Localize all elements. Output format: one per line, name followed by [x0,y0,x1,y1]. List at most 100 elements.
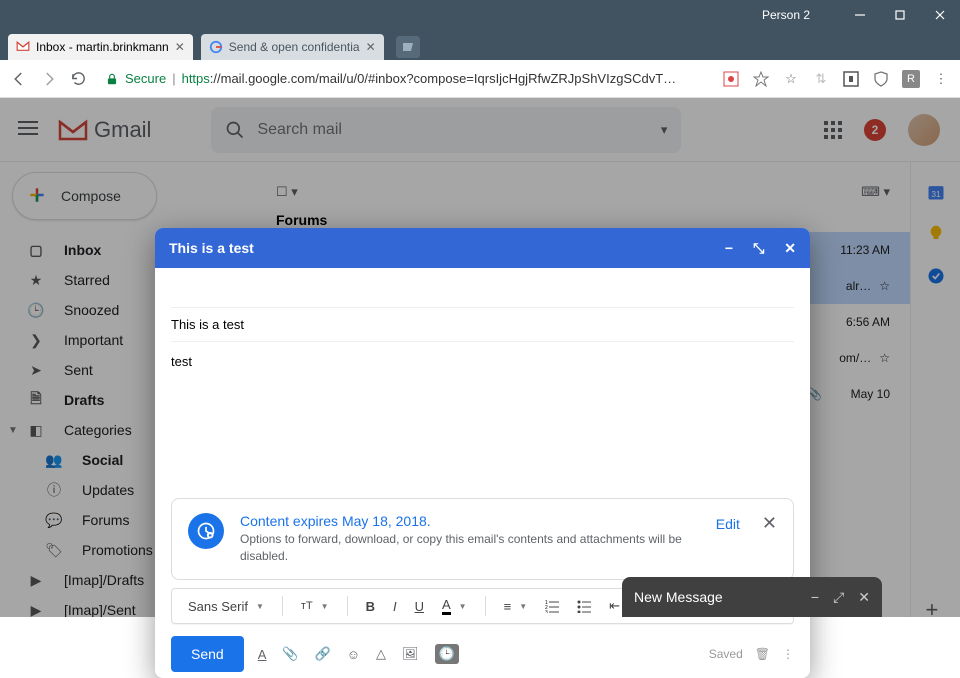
search-box[interactable]: ▾ [211,107,681,153]
reload-button[interactable] [70,70,87,87]
close-icon[interactable]: ✕ [366,40,376,54]
mini-compose-title: New Message [634,589,723,605]
recipients-field[interactable] [171,278,794,308]
drive-icon[interactable]: △ [376,646,386,662]
category-icon: ◧ [26,422,46,439]
mail-toolbar: ☐ ▾ ⌨ ▾ [256,172,910,212]
expand-icon[interactable]: ⤢ [833,589,844,606]
lock-icon [105,72,119,86]
gmail-app: Gmail ▾ 2 Compose ▢Inbox ★Starred 🕒Snooz… [0,98,960,617]
shield-icon[interactable] [872,70,890,88]
tab-inbox[interactable]: Inbox - martin.brinkmann ✕ [8,34,193,60]
emoji-icon[interactable]: ☺ [347,647,360,662]
compose-button[interactable]: Compose [12,172,157,220]
minimize-icon[interactable]: − [811,589,819,606]
gmail-logo[interactable]: Gmail [58,117,151,143]
close-icon[interactable]: ✕ [858,589,870,606]
compose-titlebar[interactable]: This is a test − ⤡ ✕ [155,228,810,268]
confidential-mode-box: Content expires May 18, 2018. Options to… [171,498,794,580]
subject-field[interactable]: This is a test [171,308,794,342]
italic-button[interactable]: I [387,595,403,618]
extension-icon-4[interactable] [842,70,860,88]
svg-text:3: 3 [545,610,548,613]
close-icon[interactable]: ✕ [762,513,777,534]
shrink-icon[interactable]: ⤡ [753,240,764,257]
font-size-selector[interactable]: тT ▼ [295,596,335,616]
add-addon-button[interactable]: + [926,597,946,617]
compose-action-bar: Send A 📎 🔗 ☺ △ 🖼 🕒 Saved 🗑 ⋮ [155,630,810,678]
tab-title: Inbox - martin.brinkmann [36,40,169,54]
calendar-icon[interactable]: 31 [926,182,946,202]
url-protocol: https [182,71,210,86]
account-avatar[interactable] [908,114,940,146]
confidential-icon [188,513,224,549]
tag-icon: 🏷 [44,542,64,559]
window-titlebar: Person 2 [0,0,960,30]
search-input[interactable] [257,121,660,139]
bullet-list-button[interactable] [571,595,597,617]
star-icon[interactable]: ☆ [879,351,890,365]
message-body[interactable]: test [171,342,794,498]
confidential-edit-button[interactable]: Edit [716,516,740,532]
star-icon[interactable]: ☆ [782,70,800,88]
link-icon[interactable]: 🔗 [315,646,331,662]
text-color-button[interactable]: A ▼ [436,593,473,619]
notifications-badge[interactable]: 2 [864,119,886,141]
info-icon: ⓘ [44,480,64,500]
url-rest: ://mail.google.com/mail/u/0/#inbox?compo… [210,71,676,86]
minimize-icon[interactable]: − [725,240,733,257]
inbox-icon: ▢ [26,242,46,259]
chevron-down-icon: ▼ [8,425,16,436]
window-minimize-button[interactable] [840,0,880,30]
extension-icon-3[interactable]: ⇅ [812,70,830,88]
close-icon[interactable]: ✕ [175,40,185,54]
star-icon: ★ [26,272,46,289]
back-button[interactable] [10,70,28,88]
google-favicon [209,40,223,54]
tab-confidential-help[interactable]: Send & open confidentia ✕ [201,34,384,60]
forward-button[interactable] [40,70,58,88]
gmail-brand-text: Gmail [94,117,151,143]
more-options-button[interactable]: ⋮ [782,647,794,661]
window-close-button[interactable] [920,0,960,30]
extension-icon-2[interactable] [752,70,770,88]
tasks-icon[interactable] [926,266,946,286]
attach-icon[interactable]: 📎 [282,646,298,662]
send-button[interactable]: Send [171,636,244,672]
browser-menu-button[interactable]: ⋮ [932,70,950,88]
important-icon: ❯ [26,332,46,349]
keep-icon[interactable] [926,224,946,244]
select-checkbox[interactable]: ☐ ▾ [276,184,298,200]
profile-label: Person 2 [762,8,810,22]
compose-label: Compose [61,188,121,204]
new-tab-button[interactable] [396,36,420,58]
extension-letter-r[interactable]: R [902,70,920,88]
side-panel: 31 + [910,162,960,617]
photo-icon[interactable]: 🖼 [402,646,419,662]
main-menu-button[interactable] [18,120,38,139]
numbered-list-button[interactable]: 123 [539,595,565,617]
close-icon[interactable]: ✕ [784,240,796,257]
secure-label: Secure [125,71,166,86]
format-toggle-button[interactable]: A [258,647,267,662]
font-family-selector[interactable]: Sans Serif▼ [182,595,270,618]
google-apps-button[interactable] [824,121,842,139]
bold-button[interactable]: B [360,595,381,618]
url-box[interactable]: Secure | https ://mail.google.com/mail/u… [99,65,710,93]
chevron-down-icon[interactable]: ▾ [661,122,668,138]
window-maximize-button[interactable] [880,0,920,30]
category-forums-tab[interactable]: Forums [256,212,910,228]
input-tools-button[interactable]: ⌨ ▾ [861,184,890,200]
discard-icon[interactable]: 🗑 [755,647,770,661]
extension-icons: ☆ ⇅ R ⋮ [722,70,950,88]
underline-button[interactable]: U [409,595,430,618]
align-button[interactable]: ≡ ▼ [498,595,534,618]
extension-icon-1[interactable] [722,70,740,88]
confidential-description: Options to forward, download, or copy th… [240,531,700,565]
confidential-headline: Content expires May 18, 2018. [240,513,700,529]
browser-tabstrip: Inbox - martin.brinkmann ✕ Send & open c… [0,30,960,60]
minimized-compose[interactable]: New Message − ⤢ ✕ [622,577,882,617]
confidential-toggle-button[interactable]: 🕒 [435,644,459,664]
star-icon[interactable]: ☆ [879,279,890,293]
clock-icon: 🕒 [26,302,46,319]
